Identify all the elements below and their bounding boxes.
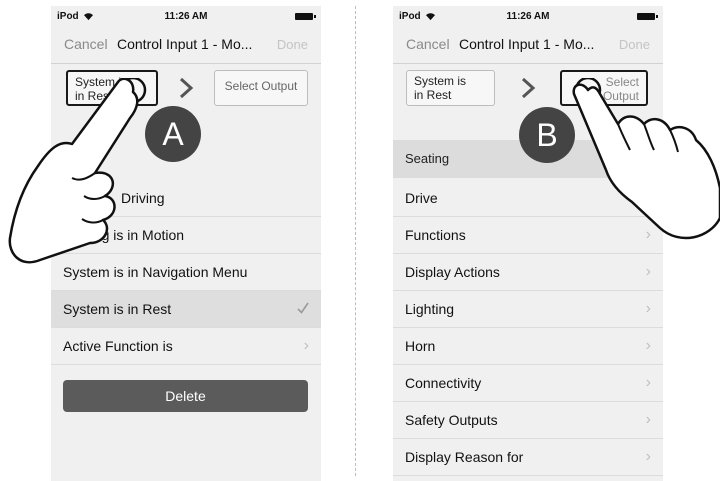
delete-button[interactable]: Delete [63, 380, 308, 412]
status-time: 11:26 AM [164, 11, 208, 22]
pointing-hand-icon [8, 78, 147, 264]
status-bar: iPod 11:26 AM [393, 6, 663, 28]
chevron-right-icon: › [303, 337, 309, 354]
nav-bar: Cancel Control Input 1 - Mo... Done [51, 28, 321, 64]
list-item[interactable]: Lighting › [393, 291, 663, 328]
pointing-hand-icon [572, 78, 720, 240]
list-item[interactable]: Display Actions › [393, 254, 663, 291]
status-time: 11:26 AM [506, 11, 550, 22]
cancel-button[interactable]: Cancel [64, 36, 108, 52]
chevron-right-icon [179, 77, 194, 99]
list-item[interactable]: Connectivity › [393, 365, 663, 402]
list-item[interactable]: Safety Outputs › [393, 402, 663, 439]
step-badge-b: B [519, 107, 575, 163]
nav-title: Control Input 1 - Mo... [117, 36, 253, 52]
chevron-right-icon: › [645, 448, 651, 465]
list-item-selected[interactable]: System is in Rest [51, 291, 321, 328]
list-item[interactable]: Horn › [393, 328, 663, 365]
cancel-button[interactable]: Cancel [406, 36, 450, 52]
done-button[interactable]: Done [277, 37, 308, 52]
chevron-right-icon: › [645, 374, 651, 391]
done-button[interactable]: Done [619, 37, 650, 52]
chevron-right-icon: › [645, 300, 651, 317]
status-bar: iPod 11:26 AM [51, 6, 321, 28]
list-item[interactable]: Display Reason for › [393, 439, 663, 476]
list-item[interactable]: Active Function is › [51, 328, 321, 365]
input-selector-button[interactable]: System is in Rest [406, 70, 495, 106]
select-output-button[interactable]: Select Output [214, 70, 308, 106]
battery-icon [295, 13, 316, 20]
panel-divider [355, 6, 356, 476]
nav-title: Control Input 1 - Mo... [459, 36, 595, 52]
battery-icon [637, 13, 658, 20]
chevron-right-icon: › [645, 263, 651, 280]
chevron-right-icon: › [645, 411, 651, 428]
check-icon [297, 302, 309, 314]
chevron-right-icon [521, 77, 536, 99]
chevron-right-icon: › [645, 337, 651, 354]
nav-bar: Cancel Control Input 1 - Mo... Done [393, 28, 663, 64]
